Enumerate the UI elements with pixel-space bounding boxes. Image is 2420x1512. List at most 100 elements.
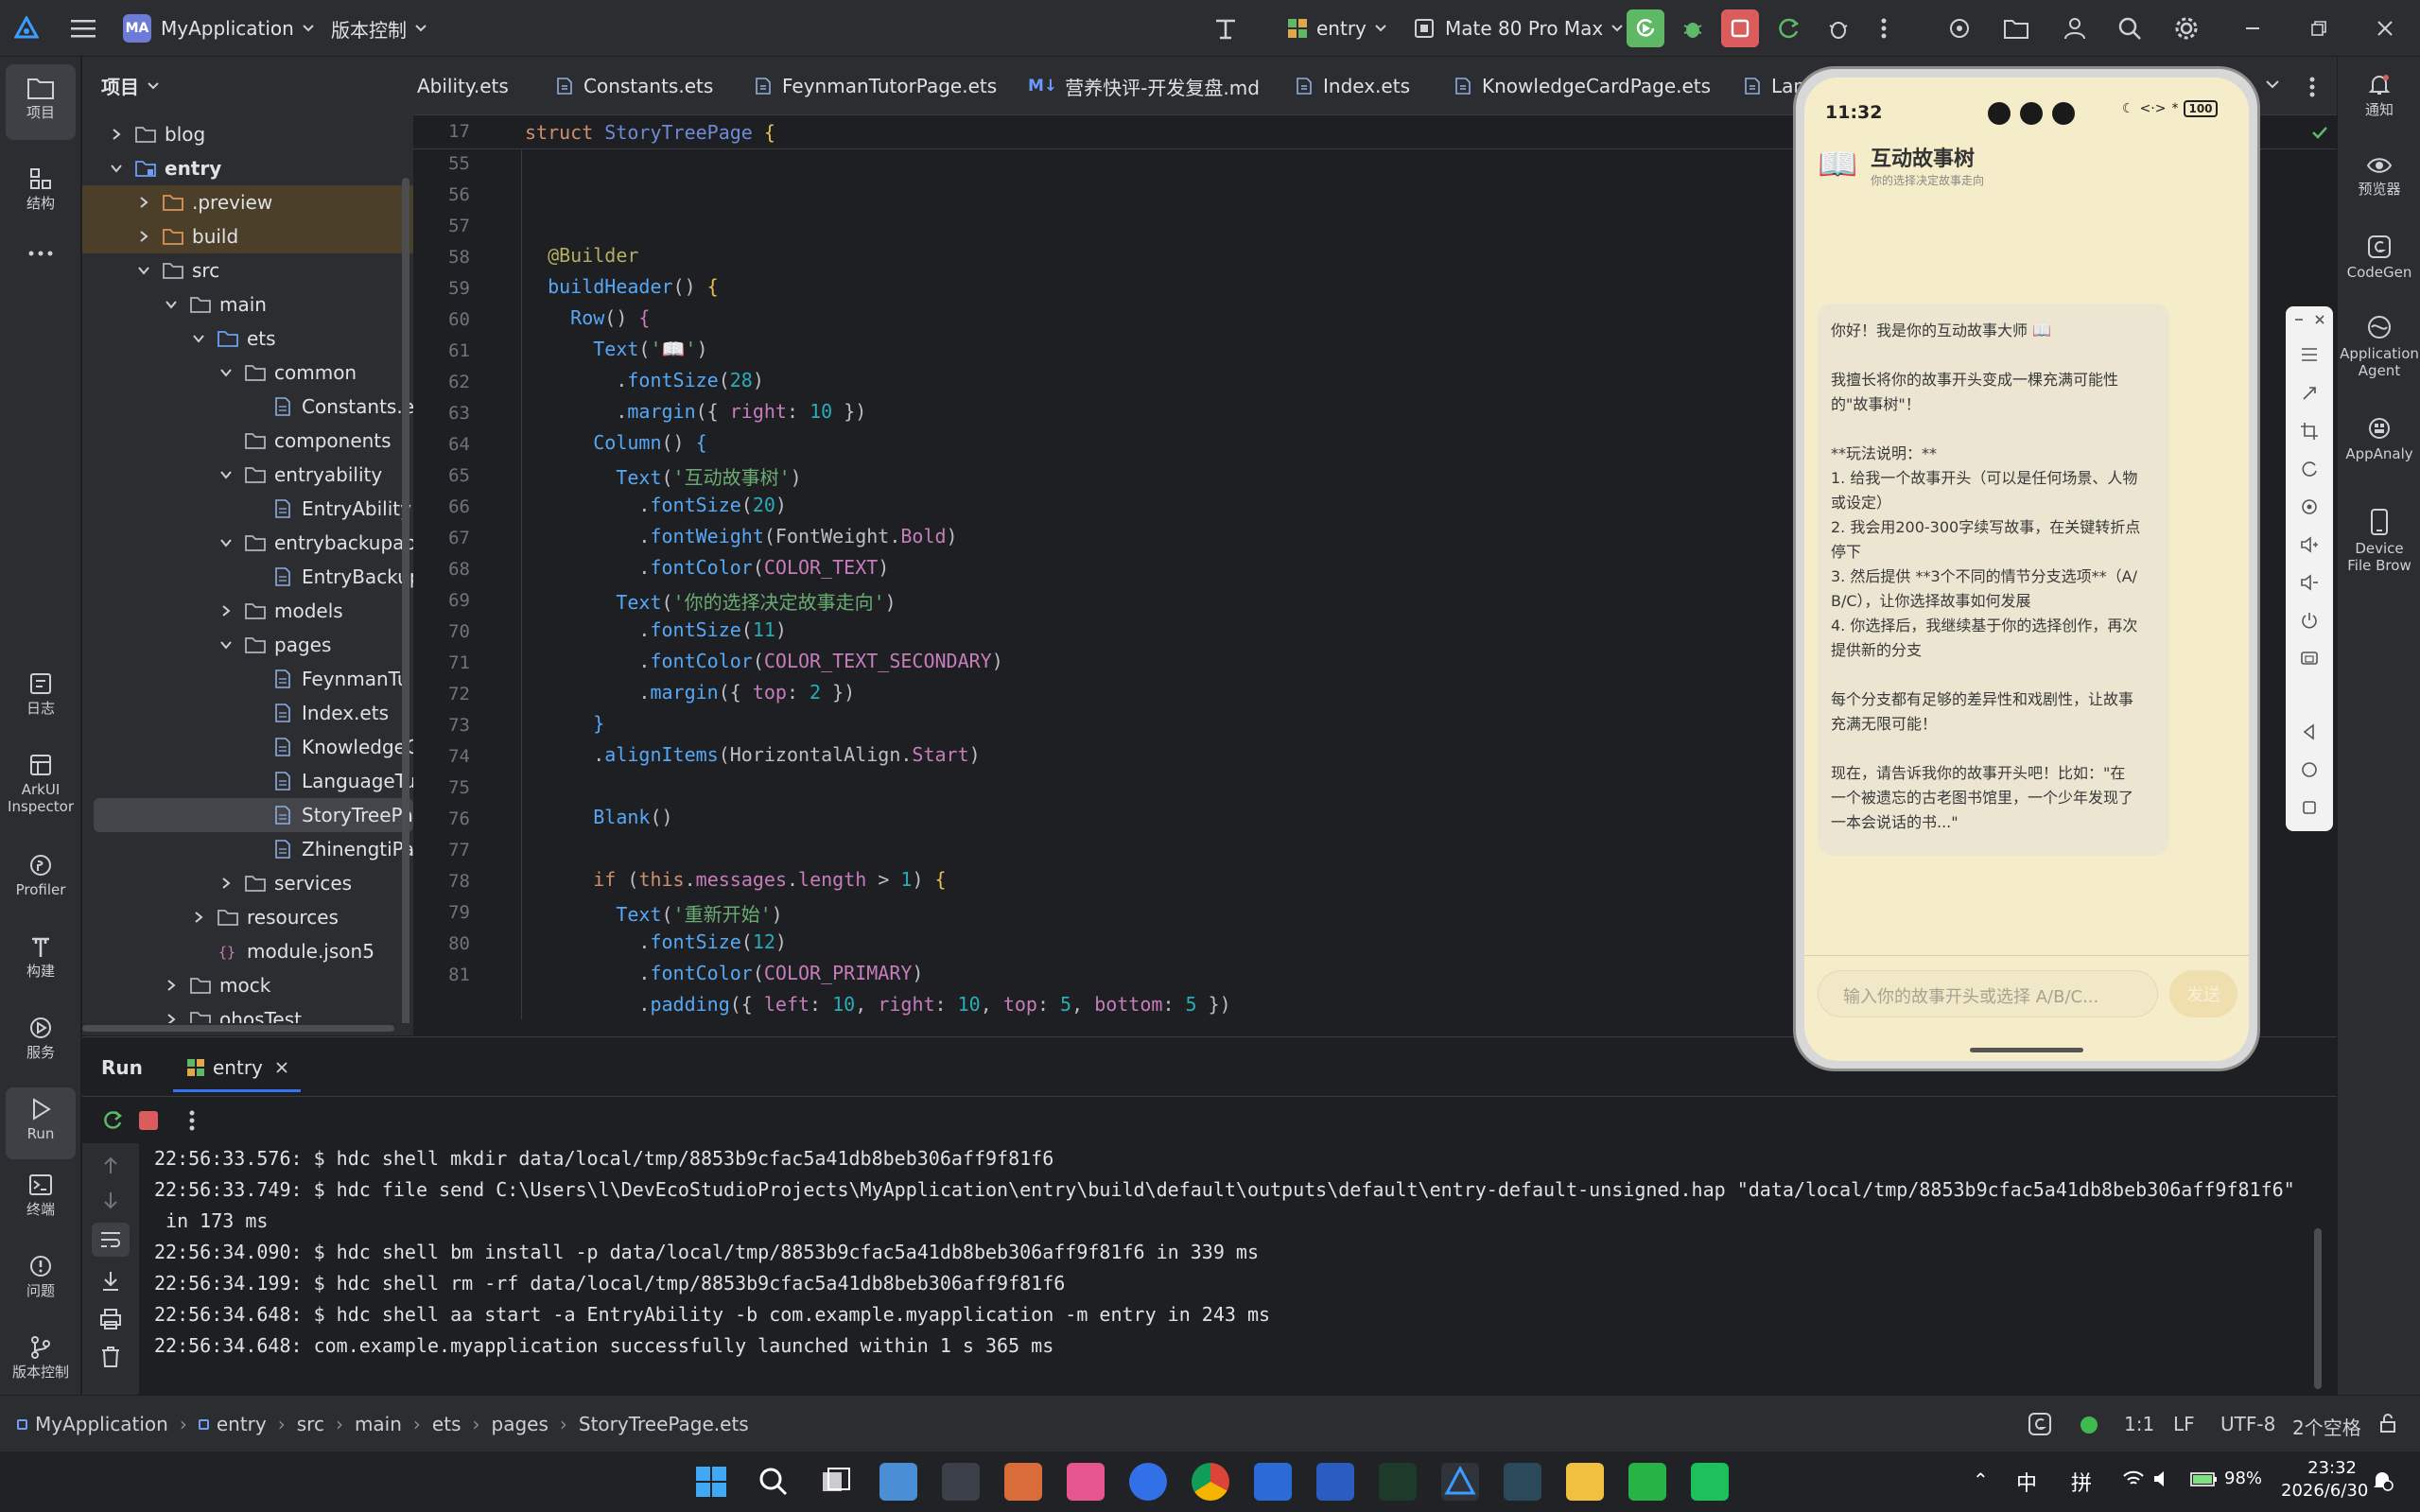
tree-item[interactable]: ZhinengtiPa [82, 832, 413, 866]
tree-item[interactable]: LanguageTu [82, 764, 413, 798]
file-explorer-icon[interactable] [1566, 1463, 1604, 1501]
power-icon[interactable] [2300, 611, 2319, 630]
tree-item[interactable]: ohosTest [82, 1002, 413, 1025]
lock-icon[interactable] [2377, 1413, 2398, 1434]
tool-profiler[interactable]: Profiler [6, 853, 76, 898]
tool-structure[interactable]: 结构 [6, 166, 76, 212]
tray-chevron-up-icon[interactable]: ⌃ [1973, 1469, 1989, 1491]
tool-project[interactable]: 项目 [6, 64, 76, 140]
tree-item[interactable]: main [82, 287, 413, 322]
battery-status[interactable]: 98% [2190, 1469, 2262, 1488]
wechat-icon[interactable] [1628, 1463, 1666, 1501]
tree-item[interactable]: .preview [82, 185, 413, 219]
scroll-to-end-icon[interactable] [99, 1270, 122, 1293]
tool-log[interactable]: 日志 [6, 671, 76, 717]
run-tab-entry[interactable]: entry [173, 1045, 301, 1092]
tool-device-file-browser[interactable]: Device File Brow [2338, 509, 2420, 574]
tree-item[interactable]: Index.ets [82, 696, 413, 730]
chevron-down-icon[interactable] [219, 638, 233, 652]
browser-app-icon[interactable] [1129, 1463, 1167, 1501]
chevron-right-icon[interactable] [165, 979, 178, 992]
vcs-menu[interactable]: 版本控制 [331, 0, 427, 57]
account-button[interactable] [2060, 13, 2090, 43]
tab-feynman-tutor-page[interactable]: FeynmanTutorPage.ets [754, 57, 997, 115]
breadcrumb-item[interactable]: src [297, 1413, 324, 1435]
chevron-down-icon[interactable] [219, 536, 233, 549]
tree-item[interactable]: ets [82, 322, 413, 356]
tab-index[interactable]: Index.ets [1295, 57, 1410, 115]
chevron-right-icon[interactable] [219, 877, 233, 890]
clock[interactable]: 23:32 2026/6/30 [2281, 1457, 2368, 1503]
project-switcher[interactable]: MA MyApplication [123, 0, 315, 57]
tree-item[interactable]: FeynmanTu [82, 662, 413, 696]
console-scrollbar[interactable] [2314, 1228, 2322, 1389]
chevron-right-icon[interactable] [137, 230, 150, 243]
breadcrumb-item[interactable]: MyApplication [35, 1413, 168, 1435]
volume-up-icon[interactable] [2300, 535, 2319, 554]
tool-terminal[interactable]: 终端 [6, 1173, 76, 1218]
search-everywhere-button[interactable] [2115, 13, 2145, 43]
rotate-icon[interactable] [2300, 460, 2319, 478]
breadcrumb-item[interactable]: ets [432, 1413, 461, 1435]
tree-hscroll[interactable] [82, 1023, 413, 1033]
tool-run[interactable]: Run [6, 1087, 76, 1159]
tree-item[interactable]: EntryAbility [82, 492, 413, 526]
deveco-app-icon[interactable] [1441, 1463, 1479, 1501]
tree-item[interactable]: build [82, 219, 413, 253]
run-config-selector[interactable]: entry [1286, 0, 1387, 57]
tree-item[interactable]: src [82, 253, 413, 287]
tree-item[interactable]: models [82, 594, 413, 628]
tab-ability[interactable]: Ability.ets [417, 57, 509, 115]
music-app-icon[interactable] [1067, 1463, 1105, 1501]
tool-build[interactable]: 构建 [6, 934, 76, 980]
speaker-icon[interactable] [2152, 1469, 2173, 1489]
office-app-icon[interactable] [1004, 1463, 1042, 1501]
scroll-up-icon[interactable] [101, 1156, 120, 1175]
tool-appanalyzer[interactable]: AppAnaly [2338, 416, 2420, 462]
run-console[interactable]: 22:56:33.576: $ hdc shell mkdir data/loc… [139, 1143, 2337, 1396]
target-button[interactable] [1944, 13, 1975, 43]
run-more-button[interactable] [188, 1109, 196, 1132]
chevron-down-icon[interactable] [219, 468, 233, 481]
close-icon[interactable] [276, 1061, 287, 1073]
attach-debugger-button[interactable] [1823, 13, 1854, 43]
tool-problems[interactable]: 问题 [6, 1254, 76, 1299]
tree-item[interactable]: entrybackupab [82, 526, 413, 560]
tool-notifications[interactable]: 通知 [2338, 72, 2420, 118]
tree-item[interactable]: entryability [82, 458, 413, 492]
tool-vcs[interactable]: 版本控制 [6, 1335, 76, 1381]
search-icon[interactable] [755, 1463, 792, 1501]
tool-previewer[interactable]: 预览器 [2338, 155, 2420, 198]
codegenie-status-icon[interactable] [2028, 1412, 2052, 1436]
format-text-icon[interactable] [1210, 13, 1241, 43]
chevron-down-icon[interactable] [110, 162, 123, 175]
volume-down-icon[interactable] [2300, 573, 2319, 592]
tree-item[interactable]: StoryTreePa [94, 798, 413, 832]
device-selector[interactable]: Mate 80 Pro Max [1413, 0, 1624, 57]
tool-services[interactable]: 服务 [6, 1016, 76, 1061]
app-dots-icon[interactable] [1504, 1463, 1541, 1501]
project-view-selector[interactable]: 项目 [101, 72, 160, 99]
start-icon[interactable] [692, 1463, 730, 1501]
tool-codegenie[interactable]: CodeGen [2338, 235, 2420, 281]
minimize-window-button[interactable] [2237, 13, 2268, 43]
connection-status-dot[interactable] [2081, 1416, 2098, 1434]
tab-knowledge-card-page[interactable]: KnowledgeCardPage.ets [1454, 57, 1711, 115]
home-icon[interactable] [2300, 760, 2319, 779]
settings-button[interactable] [2171, 13, 2202, 43]
debug-button[interactable] [1678, 13, 1708, 43]
chat-app-icon[interactable] [1691, 1463, 1729, 1501]
stop-button[interactable] [1721, 9, 1759, 47]
breadcrumb-item[interactable]: pages [492, 1413, 548, 1435]
tree-item[interactable]: services [82, 866, 413, 900]
open-folder-button[interactable] [2001, 13, 2031, 43]
minimize-icon[interactable] [2293, 314, 2305, 325]
ime-mode[interactable]: 拼 [2071, 1467, 2092, 1497]
soft-wrap-toggle[interactable] [92, 1223, 130, 1257]
home-indicator[interactable] [1970, 1048, 2083, 1052]
chevron-right-icon[interactable] [219, 604, 233, 617]
tab-review-md[interactable]: M↓ 营养快评-开发复盘.md [1028, 57, 1260, 115]
tree-scrollbar[interactable] [402, 178, 409, 1029]
chrome-icon[interactable] [1192, 1463, 1229, 1501]
breadcrumb-item[interactable]: entry [217, 1413, 267, 1435]
